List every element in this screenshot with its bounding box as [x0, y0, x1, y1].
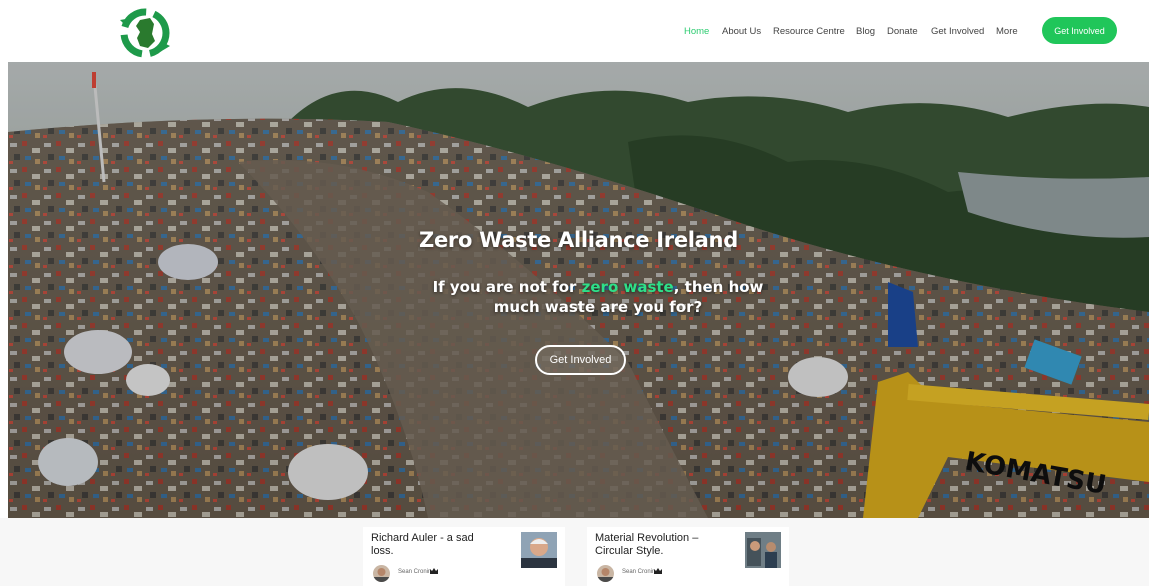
post-card[interactable]: Material Revolution – Circular Style. Se…	[587, 527, 789, 586]
recent-posts-strip: Richard Auler - a sad loss. Sean Cronin …	[0, 518, 1149, 586]
avatar	[373, 565, 390, 582]
nav-about-us[interactable]: About Us	[722, 26, 761, 37]
hero-get-involved-button[interactable]: Get Involved	[535, 345, 626, 375]
avatar	[597, 565, 614, 582]
recycle-ireland-logo-icon[interactable]	[116, 8, 174, 58]
site-header: Home About Us Resource Centre Blog Donat…	[0, 0, 1149, 62]
nav-more[interactable]: More	[996, 26, 1018, 37]
crown-icon	[654, 568, 662, 574]
author-name[interactable]: Sean Cronin	[398, 569, 431, 575]
header-get-involved-button[interactable]: Get Involved	[1042, 17, 1117, 44]
author-name[interactable]: Sean Cronin	[622, 569, 655, 575]
nav-home[interactable]: Home	[684, 26, 709, 37]
post-title[interactable]: Material Revolution – Circular Style.	[595, 532, 723, 558]
post-thumbnail[interactable]	[521, 532, 557, 568]
post-card[interactable]: Richard Auler - a sad loss. Sean Cronin	[363, 527, 565, 586]
hero-subtitle: If you are not for zero waste, then how …	[408, 277, 788, 317]
hero-title: Zero Waste Alliance Ireland	[419, 228, 738, 252]
nav-blog[interactable]: Blog	[856, 26, 875, 37]
nav-donate[interactable]: Donate	[887, 26, 918, 37]
post-title[interactable]: Richard Auler - a sad loss.	[371, 532, 499, 558]
post-thumbnail[interactable]	[745, 532, 781, 568]
crown-icon	[430, 568, 438, 574]
hero-subtitle-highlight[interactable]: zero waste	[582, 278, 674, 296]
nav-resource-centre[interactable]: Resource Centre	[773, 26, 845, 37]
hero-banner: KOMATSU Zero Waste Alliance Ireland If y…	[8, 62, 1149, 518]
nav-get-involved[interactable]: Get Involved	[931, 26, 984, 37]
hero-subtitle-pre: If you are not for	[432, 278, 582, 296]
